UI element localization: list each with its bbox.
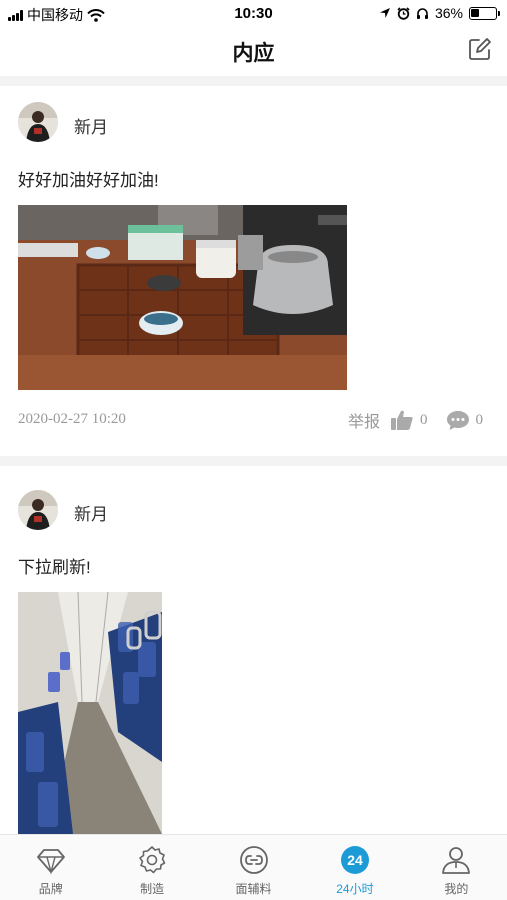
tab-label: 品牌 — [38, 882, 63, 896]
tab-materials[interactable]: 面辅料 — [203, 835, 304, 900]
avatar[interactable] — [18, 490, 58, 530]
thumbs-up-icon[interactable] — [390, 409, 414, 431]
post-image[interactable] — [18, 592, 162, 834]
tab-24h[interactable]: 24 24小时 — [304, 835, 405, 900]
battery-level — [471, 8, 479, 17]
clock-24-icon: 24 — [340, 846, 369, 874]
comment-icon[interactable] — [446, 409, 470, 431]
tab-label: 我的 — [444, 882, 469, 896]
battery-icon — [469, 6, 500, 20]
post-content: 下拉刷新! — [18, 558, 91, 577]
link-icon — [239, 846, 268, 874]
tab-brand[interactable]: 品牌 — [0, 835, 101, 900]
post-username[interactable]: 新月 — [74, 500, 108, 525]
nav-bar: 内应 — [0, 28, 507, 74]
avatar[interactable] — [18, 102, 58, 142]
edit-icon[interactable] — [467, 36, 493, 62]
like-count: 0 — [420, 411, 428, 428]
tab-label: 制造 — [140, 882, 165, 896]
tab-bar: 品牌 制造 面辅料 24 24小时 我的 — [0, 834, 507, 900]
post-card: 新月 好好加油好好加油! 2020-02-27 10:20 举报 0 0 — [0, 86, 507, 456]
tab-label: 面辅料 — [235, 882, 272, 896]
report-button[interactable]: 举报 — [348, 408, 380, 432]
gear-icon — [139, 846, 166, 874]
diamond-icon — [36, 849, 65, 875]
user-icon — [442, 847, 471, 874]
post-card: 新月 下拉刷新! — [0, 466, 507, 834]
page-title: 内应 — [232, 42, 275, 65]
battery-percent: 36% — [434, 5, 463, 21]
tab-label: 24小时 — [336, 882, 374, 896]
comment-count: 0 — [475, 411, 484, 428]
section-divider — [0, 76, 507, 86]
post-content: 好好加油好好加油! — [18, 171, 159, 190]
post-actions: 举报 0 0 — [348, 408, 483, 432]
status-bar: 中国移动 10:30 36% — [0, 0, 507, 28]
clock-24-text: 24 — [347, 852, 363, 868]
alarm-icon — [397, 6, 410, 20]
location-icon — [379, 8, 390, 18]
post-image[interactable] — [18, 205, 347, 390]
post-username[interactable]: 新月 — [74, 113, 108, 138]
post-timestamp: 2020-02-27 10:20 — [18, 411, 126, 427]
tab-manufacture[interactable]: 制造 — [101, 835, 202, 900]
section-divider — [0, 456, 507, 466]
status-right: 36% — [379, 5, 500, 21]
tab-mine[interactable]: 我的 — [406, 835, 507, 900]
headphones-icon — [416, 7, 428, 19]
